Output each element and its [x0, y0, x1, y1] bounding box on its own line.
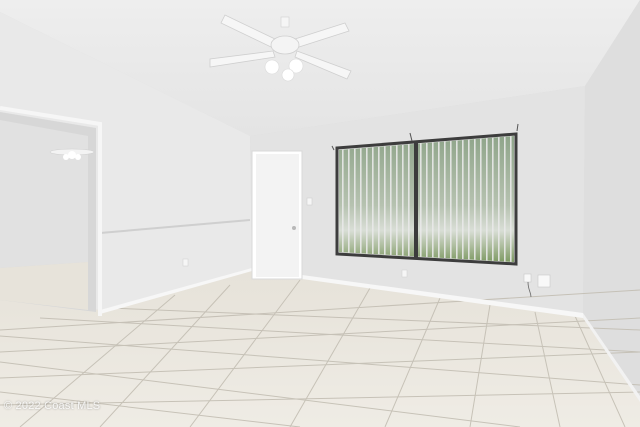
wall-outlet: [537, 274, 551, 288]
room-scene: [0, 0, 640, 427]
doorway-room-wall: [0, 120, 88, 268]
door-knob: [292, 226, 296, 230]
wall-outlet: [401, 269, 408, 278]
wall-outlet: [523, 273, 532, 283]
window-mullion: [414, 143, 418, 258]
watermark-text: © 2022 Coast MLS: [4, 400, 101, 412]
entry-door: [256, 154, 299, 277]
window-blinds: [339, 136, 514, 262]
light-switch: [306, 197, 313, 206]
wall-outlet: [182, 258, 189, 267]
